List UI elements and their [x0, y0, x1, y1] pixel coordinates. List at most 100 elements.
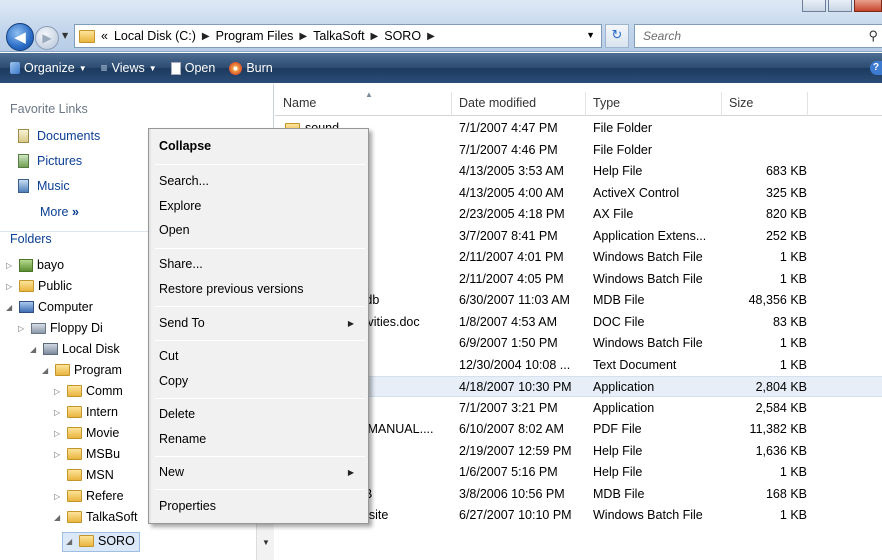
tree-item-program-files[interactable]: ◢ Program [42, 363, 122, 377]
expand-arrow-icon[interactable]: ▷ [54, 408, 63, 417]
drive-icon [43, 343, 58, 355]
file-size-text: 820 KB [765, 207, 807, 221]
favorite-link-documents[interactable]: Documents [18, 129, 100, 143]
file-size: 820 KB [729, 207, 807, 221]
menu-item-open[interactable]: Open [159, 223, 190, 237]
chevron-right-icon[interactable]: ▶ [202, 31, 210, 42]
column-size[interactable]: Size [729, 96, 753, 110]
minimize-button[interactable] [802, 0, 826, 12]
tree-item-soro[interactable]: ◢ SORO [66, 534, 135, 548]
tree-item-floppy[interactable]: ▷ Floppy Di [18, 321, 103, 335]
menu-item-new[interactable]: New [159, 465, 184, 479]
collapse-arrow-icon[interactable]: ◢ [42, 366, 51, 375]
more-links[interactable]: More » [40, 205, 79, 219]
pictures-icon [18, 154, 29, 168]
menu-item-collapse[interactable]: Collapse [159, 139, 211, 153]
organize-button[interactable]: Organize ▼ [10, 61, 87, 75]
column-divider[interactable] [585, 92, 586, 116]
tree-item[interactable]: ▷ Movie [54, 426, 119, 440]
maximize-button[interactable] [828, 0, 852, 12]
open-button[interactable]: Open [170, 61, 215, 75]
tree-item[interactable]: ▷ Comm [54, 384, 123, 398]
burn-button[interactable]: Burn [229, 61, 273, 75]
menu-separator [155, 306, 365, 307]
close-button[interactable] [854, 0, 882, 12]
file-type: Windows Batch File [593, 508, 703, 522]
floppy-drive-icon [31, 322, 46, 334]
menu-item-cut[interactable]: Cut [159, 349, 178, 363]
file-date-modified-text: 6/9/2007 1:50 PM [459, 336, 558, 350]
column-type[interactable]: Type [593, 96, 620, 110]
menu-item-restore-previous-versions[interactable]: Restore previous versions [159, 282, 304, 296]
refresh-button[interactable]: ↻ [605, 24, 629, 48]
column-name[interactable]: Name [283, 96, 316, 110]
address-segment-program-files[interactable]: Program Files [216, 29, 294, 43]
expand-arrow-icon[interactable]: ▷ [54, 387, 63, 396]
expand-arrow-icon[interactable]: ▷ [54, 429, 63, 438]
menu-item-explore[interactable]: Explore [159, 199, 201, 213]
forward-button[interactable]: ▶ [35, 26, 59, 50]
search-icon[interactable]: ⚲ [868, 28, 878, 44]
file-date-modified: 6/10/2007 8:02 AM [459, 422, 564, 436]
column-divider[interactable] [807, 92, 808, 116]
file-type-text: Help File [593, 443, 643, 458]
address-segment-soro[interactable]: SORO [384, 29, 421, 43]
expand-arrow-icon[interactable]: ▷ [6, 282, 15, 291]
menu-item-rename[interactable]: Rename [159, 432, 206, 446]
tree-item-local-disk[interactable]: ◢ Local Disk [30, 342, 120, 356]
tree-item-computer[interactable]: ◢ Computer [6, 300, 93, 314]
tree-item-label: MSN [86, 468, 114, 482]
file-size: 168 KB [729, 487, 807, 501]
address-segment-talkasoft[interactable]: TalkaSoft [313, 29, 364, 43]
menu-item-send-to[interactable]: Send To [159, 316, 205, 330]
tree-item[interactable]: MSN [54, 468, 114, 482]
scrollbar[interactable]: ▼ [256, 524, 274, 560]
column-date-modified[interactable]: Date modified [459, 96, 536, 110]
chevron-down-icon: ▼ [148, 63, 157, 73]
burn-disc-icon [229, 61, 243, 75]
help-icon[interactable]: ? [870, 61, 882, 75]
tree-item[interactable]: ▷ Intern [54, 405, 118, 419]
collapse-arrow-icon[interactable]: ◢ [54, 513, 63, 522]
column-divider[interactable] [451, 92, 452, 116]
collapse-arrow-icon[interactable]: ◢ [66, 537, 75, 546]
menu-item-search[interactable]: Search... [159, 174, 209, 188]
chevron-right-icon[interactable]: ▶ [427, 31, 435, 42]
file-type: Help File [593, 465, 642, 479]
tree-item-bayo[interactable]: ▷ bayo [6, 258, 64, 272]
menu-item-delete[interactable]: Delete [159, 407, 195, 421]
expand-arrow-icon[interactable]: ▷ [54, 450, 63, 459]
expand-arrow-icon[interactable]: ▷ [6, 261, 15, 270]
chevron-right-icon[interactable]: ▶ [371, 31, 379, 42]
tree-item[interactable]: ▷ MSBu [54, 447, 120, 461]
search-input[interactable]: Search ⚲ [634, 24, 882, 48]
menu-item-properties[interactable]: Properties [159, 499, 216, 513]
collapse-arrow-icon[interactable]: ◢ [6, 303, 15, 312]
address-overflow[interactable]: « [101, 29, 108, 43]
favorite-link-music[interactable]: Music [18, 179, 70, 193]
file-size: 683 KB [729, 164, 807, 178]
menu-item-share[interactable]: Share... [159, 257, 203, 271]
folder-icon [67, 511, 82, 523]
tree-item-public[interactable]: ▷ Public [6, 279, 72, 293]
tree-item-talkasoft[interactable]: ◢ TalkaSoft [54, 510, 137, 524]
favorite-link-pictures[interactable]: Pictures [18, 154, 82, 168]
address-segment-local-disk[interactable]: Local Disk (C:) [114, 29, 196, 43]
column-divider[interactable] [721, 92, 722, 116]
views-button[interactable]: ≡ Views ▼ [101, 61, 157, 75]
scroll-down-icon[interactable]: ▼ [262, 538, 270, 547]
tree-item-label: Floppy Di [50, 321, 103, 335]
file-date-modified: 3/8/2006 10:56 PM [459, 487, 565, 501]
menu-item-copy[interactable]: Copy [159, 374, 188, 388]
documents-icon [18, 129, 29, 143]
expand-arrow-icon[interactable]: ▷ [54, 492, 63, 501]
tree-item[interactable]: ▷ Refere [54, 489, 124, 503]
recent-pages-dropdown[interactable]: ▼ [62, 31, 68, 40]
address-bar[interactable]: « Local Disk (C:) ▶ Program Files ▶ Talk… [74, 24, 602, 48]
back-button[interactable]: ◀ [6, 23, 34, 51]
expand-arrow-icon[interactable]: ▷ [18, 324, 27, 333]
address-dropdown-icon[interactable]: ▼ [586, 30, 595, 40]
collapse-arrow-icon[interactable]: ◢ [30, 345, 39, 354]
folders-heading[interactable]: Folders [10, 232, 52, 246]
chevron-right-icon[interactable]: ▶ [299, 31, 307, 42]
